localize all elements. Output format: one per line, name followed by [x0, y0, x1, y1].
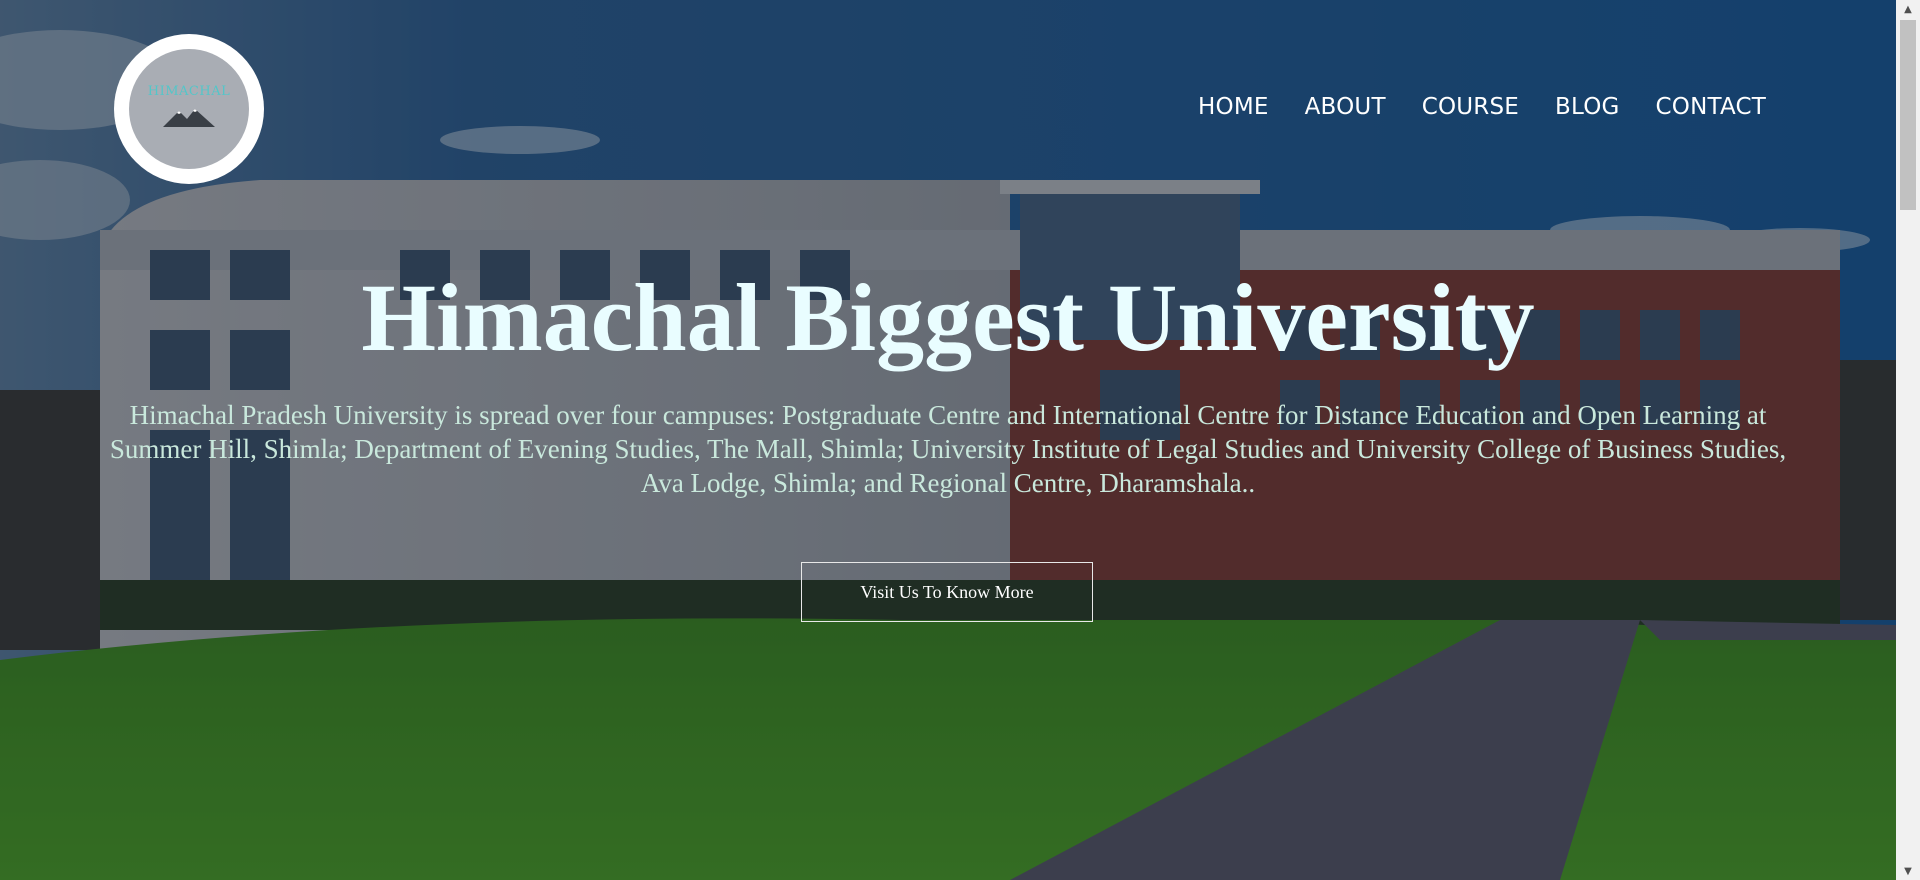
- logo-badge: HIMACHAL: [129, 49, 249, 169]
- nav-item-about[interactable]: ABOUT: [1305, 94, 1386, 120]
- site-logo[interactable]: HIMACHAL: [114, 34, 264, 184]
- main-navigation: HOME ABOUT COURSE BLOG CONTACT: [1198, 94, 1766, 120]
- scroll-down-arrow-icon[interactable]: ▼: [1896, 862, 1920, 880]
- nav-item-blog[interactable]: BLOG: [1555, 94, 1620, 120]
- logo-text: HIMACHAL: [147, 83, 231, 99]
- nav-item-course[interactable]: COURSE: [1422, 94, 1519, 120]
- mountain-icon: [163, 108, 215, 127]
- nav-item-contact[interactable]: CONTACT: [1656, 94, 1766, 120]
- scrollbar-thumb[interactable]: [1900, 20, 1916, 210]
- vertical-scrollbar[interactable]: ▲ ▼: [1896, 0, 1920, 880]
- hero-description: Himachal Pradesh University is spread ov…: [109, 400, 1787, 498]
- visit-us-button[interactable]: Visit Us To Know More: [801, 562, 1093, 622]
- scroll-up-arrow-icon[interactable]: ▲: [1896, 0, 1920, 18]
- nav-item-home[interactable]: HOME: [1198, 94, 1269, 120]
- page-viewport: HIMACHAL HOME ABOUT COURSE BLOG CONTACT …: [0, 0, 1896, 880]
- hero-title: Himachal Biggest University: [361, 264, 1535, 371]
